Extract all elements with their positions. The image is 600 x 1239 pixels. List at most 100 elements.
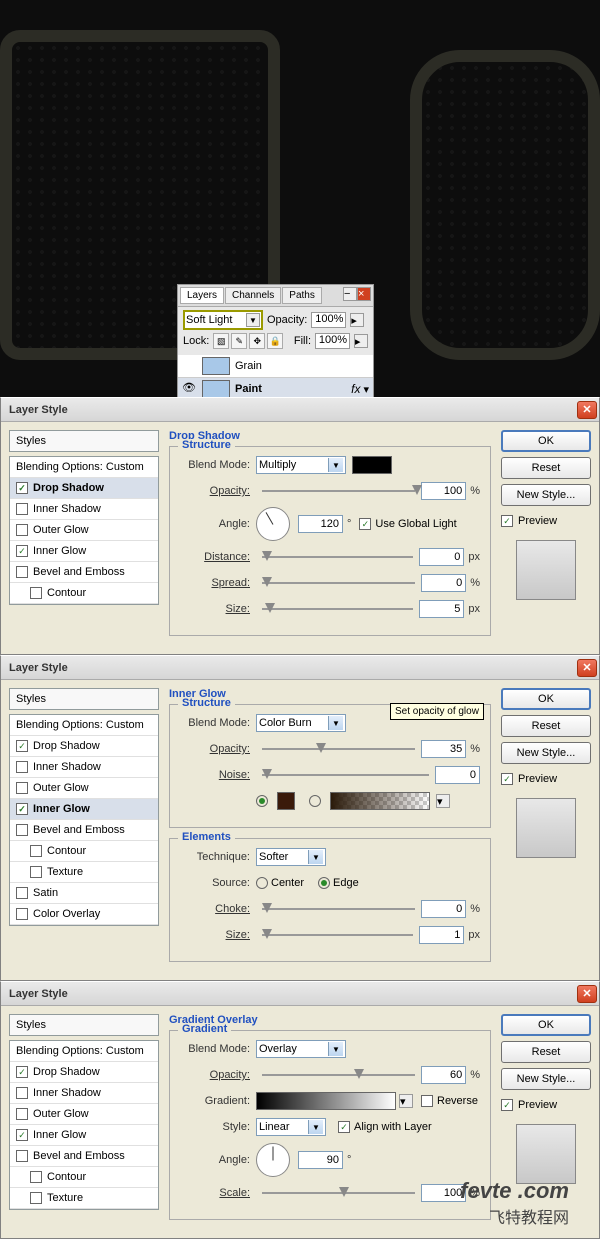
preview-checkbox[interactable] [501, 1099, 513, 1111]
layer-row[interactable]: Grain [178, 355, 373, 378]
opacity-slider[interactable] [262, 1066, 415, 1084]
style-color-overlay[interactable]: Color Overlay [10, 904, 158, 925]
size-input[interactable] [419, 600, 464, 618]
style-blending-options[interactable]: Blending Options: Custom [10, 1041, 158, 1062]
checkbox-icon[interactable] [16, 566, 28, 578]
spread-input[interactable] [421, 574, 466, 592]
new-style-button[interactable]: New Style... [501, 484, 591, 506]
tab-channels[interactable]: Channels [225, 287, 281, 304]
style-inner-shadow[interactable]: Inner Shadow [10, 499, 158, 520]
opacity-input[interactable] [421, 1066, 466, 1084]
angle-dial[interactable] [256, 507, 290, 541]
opacity-slider[interactable] [262, 740, 415, 758]
style-contour[interactable]: Contour [10, 583, 158, 604]
style-satin[interactable]: Satin [10, 883, 158, 904]
new-style-button[interactable]: New Style... [501, 742, 591, 764]
checkbox-icon[interactable] [16, 782, 28, 794]
reset-button[interactable]: Reset [501, 715, 591, 737]
style-inner-glow[interactable]: Inner Glow [10, 541, 158, 562]
choke-input[interactable] [421, 900, 466, 918]
distance-slider[interactable] [262, 548, 413, 566]
angle-input[interactable] [298, 1151, 343, 1169]
opacity-input[interactable] [421, 482, 466, 500]
spread-slider[interactable] [262, 574, 415, 592]
lock-paint-icon[interactable]: ✎ [231, 333, 247, 349]
lock-transparency-icon[interactable]: ▧ [213, 333, 229, 349]
size-slider[interactable] [262, 600, 413, 618]
style-inner-shadow[interactable]: Inner Shadow [10, 757, 158, 778]
ok-button[interactable]: OK [501, 1014, 591, 1036]
distance-input[interactable] [419, 548, 464, 566]
angle-input[interactable] [298, 515, 343, 533]
chevron-down-icon[interactable]: ▾ [399, 1094, 413, 1108]
lock-move-icon[interactable]: ✥ [249, 333, 265, 349]
style-outer-glow[interactable]: Outer Glow [10, 778, 158, 799]
lock-all-icon[interactable]: 🔒 [267, 333, 283, 349]
blend-mode-select[interactable]: Multiply▼ [256, 456, 346, 474]
technique-select[interactable]: Softer▼ [256, 848, 326, 866]
minimize-icon[interactable]: − [343, 287, 357, 301]
style-texture[interactable]: Texture [10, 1188, 158, 1209]
style-texture[interactable]: Texture [10, 862, 158, 883]
close-icon[interactable]: × [357, 287, 371, 301]
checkbox-icon[interactable] [16, 1150, 28, 1162]
style-drop-shadow[interactable]: Drop Shadow [10, 1062, 158, 1083]
checkbox-icon[interactable] [16, 1087, 28, 1099]
glow-gradient-radio[interactable] [309, 795, 321, 807]
gradient-swatch[interactable] [256, 1092, 396, 1110]
style-contour[interactable]: Contour [10, 841, 158, 862]
style-drop-shadow[interactable]: Drop Shadow [10, 478, 158, 499]
checkbox-icon[interactable] [16, 761, 28, 773]
chevron-down-icon[interactable]: ▾ [436, 794, 450, 808]
source-center-radio[interactable] [256, 877, 268, 889]
style-blending-options[interactable]: Blending Options: Custom [10, 715, 158, 736]
close-button[interactable]: ✕ [577, 985, 597, 1003]
ok-button[interactable]: OK [501, 430, 591, 452]
tab-paths[interactable]: Paths [282, 287, 322, 304]
checkbox-icon[interactable] [16, 1108, 28, 1120]
style-inner-glow[interactable]: Inner Glow [10, 1125, 158, 1146]
scale-slider[interactable] [262, 1184, 415, 1202]
choke-slider[interactable] [262, 900, 415, 918]
new-style-button[interactable]: New Style... [501, 1068, 591, 1090]
size-slider[interactable] [262, 926, 413, 944]
blend-mode-select[interactable]: Overlay▼ [256, 1040, 346, 1058]
chevron-down-icon[interactable]: ▾ [363, 383, 369, 396]
checkbox-icon[interactable] [16, 887, 28, 899]
fill-arrow-icon[interactable]: ▸ [354, 334, 368, 348]
preview-checkbox[interactable] [501, 515, 513, 527]
checkbox-icon[interactable] [16, 803, 28, 815]
style-bevel-emboss[interactable]: Bevel and Emboss [10, 820, 158, 841]
style-outer-glow[interactable]: Outer Glow [10, 520, 158, 541]
checkbox-icon[interactable] [16, 1129, 28, 1141]
visibility-icon[interactable]: 👁 [182, 381, 198, 397]
blend-mode-dropdown[interactable]: Soft Light ▼ [183, 310, 263, 330]
angle-dial[interactable] [256, 1143, 290, 1177]
style-contour[interactable]: Contour [10, 1167, 158, 1188]
checkbox-icon[interactable] [16, 824, 28, 836]
preview-checkbox[interactable] [501, 773, 513, 785]
checkbox-icon[interactable] [30, 1171, 42, 1183]
checkbox-icon[interactable] [16, 1066, 28, 1078]
checkbox-icon[interactable] [16, 503, 28, 515]
ok-button[interactable]: OK [501, 688, 591, 710]
style-blending-options[interactable]: Blending Options: Custom [10, 457, 158, 478]
color-swatch[interactable] [352, 456, 392, 474]
opacity-input[interactable]: 100% [311, 312, 346, 328]
checkbox-icon[interactable] [30, 1192, 42, 1204]
checkbox-icon[interactable] [30, 587, 42, 599]
fill-input[interactable]: 100% [315, 333, 350, 349]
noise-input[interactable] [435, 766, 480, 784]
noise-slider[interactable] [262, 766, 429, 784]
checkbox-icon[interactable] [16, 482, 28, 494]
global-light-checkbox[interactable] [359, 518, 371, 530]
checkbox-icon[interactable] [30, 845, 42, 857]
reverse-checkbox[interactable] [421, 1095, 433, 1107]
checkbox-icon[interactable] [16, 740, 28, 752]
checkbox-icon[interactable] [16, 908, 28, 920]
opacity-arrow-icon[interactable]: ▸ [350, 313, 364, 327]
visibility-icon[interactable] [182, 358, 198, 374]
opacity-slider[interactable] [262, 482, 415, 500]
style-bevel-emboss[interactable]: Bevel and Emboss [10, 1146, 158, 1167]
reset-button[interactable]: Reset [501, 457, 591, 479]
